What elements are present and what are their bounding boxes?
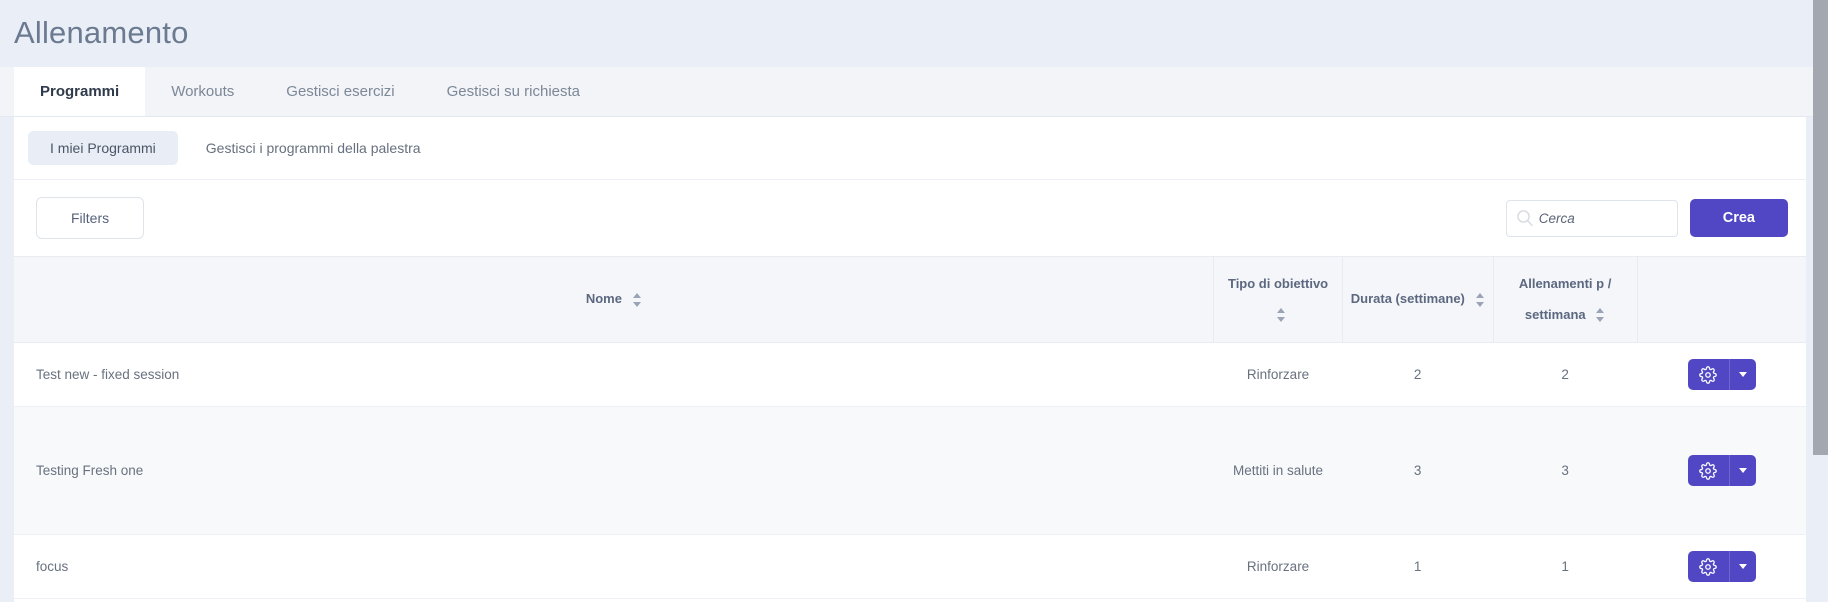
chevron-down-icon [1738, 372, 1747, 378]
sub-tab-bar: I miei Programmi Gestisci i programmi de… [14, 117, 1806, 179]
column-header-nome-label: Nome [585, 291, 622, 307]
filters-button[interactable]: Filters [36, 197, 145, 240]
table-body: Test new - fixed session Rinforzare 2 2 [14, 342, 1806, 600]
page-title: Allenamento [14, 15, 189, 50]
primary-tab-bar: Programmi Workouts Gestisci esercizi Ges… [0, 67, 1828, 118]
table-head: Nome Tipo di obiettivo Durata (settimane… [14, 256, 1806, 344]
chevron-down-icon [1738, 468, 1747, 474]
cell-tipo-di-obiettivo: Rinforzare [1213, 534, 1343, 600]
sort-toggle-icon[interactable] [1277, 307, 1286, 323]
column-header-nome[interactable]: Nome [14, 256, 1214, 344]
search-box[interactable] [1505, 199, 1678, 237]
chevron-down-icon [1738, 564, 1747, 570]
row-actions-split-button[interactable] [1687, 551, 1756, 583]
gear-icon [1699, 461, 1717, 480]
row-actions-dropdown-button[interactable] [1730, 359, 1756, 390]
cell-durata-settimane: 3 [1342, 406, 1494, 536]
tab-gestisci-su-richiesta[interactable]: Gestisci su richiesta [421, 67, 606, 116]
column-header-tipo-di-obiettivo-label: Tipo di obiettivo [1227, 276, 1329, 292]
tab-gestisci-esercizi[interactable]: Gestisci esercizi [260, 67, 420, 116]
table-row[interactable]: Test new - fixed session Rinforzare 2 2 [14, 342, 1806, 408]
cell-tipo-di-obiettivo: Rinforzare [1213, 342, 1343, 408]
programs-table-container: Nome Tipo di obiettivo Durata (settimane… [14, 256, 1806, 602]
settings-button[interactable] [1688, 551, 1730, 583]
cell-durata-settimane: 2 [1342, 342, 1494, 408]
gear-icon [1699, 365, 1717, 384]
vertical-scrollbar-track[interactable] [1813, 0, 1828, 602]
vertical-scrollbar-thumb[interactable] [1813, 0, 1828, 455]
sort-toggle-icon[interactable] [1596, 307, 1605, 323]
settings-button[interactable] [1688, 359, 1730, 391]
table-toolbar: Filters Crea [14, 179, 1806, 256]
settings-button[interactable] [1688, 455, 1730, 487]
toolbar-right-group: Crea [1505, 199, 1788, 238]
cell-allenamenti-per-settimana: 1 [1493, 534, 1638, 600]
sort-toggle-icon[interactable] [632, 292, 642, 308]
content-card: I miei Programmi Gestisci i programmi de… [14, 117, 1806, 602]
subtab-i-miei-programmi[interactable]: I miei Programmi [28, 131, 178, 166]
column-header-durata-settimane-label: Durata (settimane) [1350, 291, 1465, 307]
cell-actions [1637, 534, 1806, 600]
column-header-allenamenti-per-settimana[interactable]: Allenamenti p / settimana [1492, 256, 1638, 344]
gear-icon [1699, 557, 1717, 576]
column-header-durata-settimane[interactable]: Durata (settimane) [1341, 256, 1494, 344]
cell-actions [1637, 342, 1806, 408]
sort-toggle-icon[interactable] [1475, 292, 1485, 308]
cell-nome: Test new - fixed session [14, 342, 1214, 408]
cell-nome: focus [14, 534, 1214, 600]
row-actions-split-button[interactable] [1687, 359, 1756, 391]
table-row[interactable]: Testing Fresh one Mettiti in salute 3 3 [14, 406, 1806, 536]
create-button[interactable]: Crea [1689, 199, 1788, 238]
table-row[interactable]: focus Rinforzare 1 1 [14, 534, 1806, 600]
programs-table: Nome Tipo di obiettivo Durata (settimane… [14, 256, 1806, 600]
tab-workouts[interactable]: Workouts [145, 67, 260, 116]
row-actions-dropdown-button[interactable] [1730, 551, 1756, 582]
row-actions-dropdown-button[interactable] [1730, 455, 1756, 486]
app-root: Allenamento Programmi Workouts Gestisci … [0, 0, 1828, 602]
column-header-actions [1636, 256, 1806, 344]
search-icon [1516, 210, 1533, 227]
row-actions-split-button[interactable] [1687, 455, 1756, 487]
column-header-tipo-di-obiettivo[interactable]: Tipo di obiettivo [1213, 256, 1343, 344]
cell-nome: Testing Fresh one [14, 406, 1214, 536]
subtab-gestisci-programmi-palestra[interactable]: Gestisci i programmi della palestra [184, 131, 443, 165]
cell-allenamenti-per-settimana: 3 [1493, 406, 1638, 536]
cell-tipo-di-obiettivo: Mettiti in salute [1213, 406, 1343, 536]
cell-actions [1637, 406, 1806, 536]
search-input[interactable] [1538, 210, 1677, 226]
tab-programmi[interactable]: Programmi [14, 67, 146, 117]
table-header-row: Nome Tipo di obiettivo Durata (settimane… [14, 256, 1806, 344]
cell-allenamenti-per-settimana: 2 [1493, 342, 1638, 408]
cell-durata-settimane: 1 [1342, 534, 1494, 600]
